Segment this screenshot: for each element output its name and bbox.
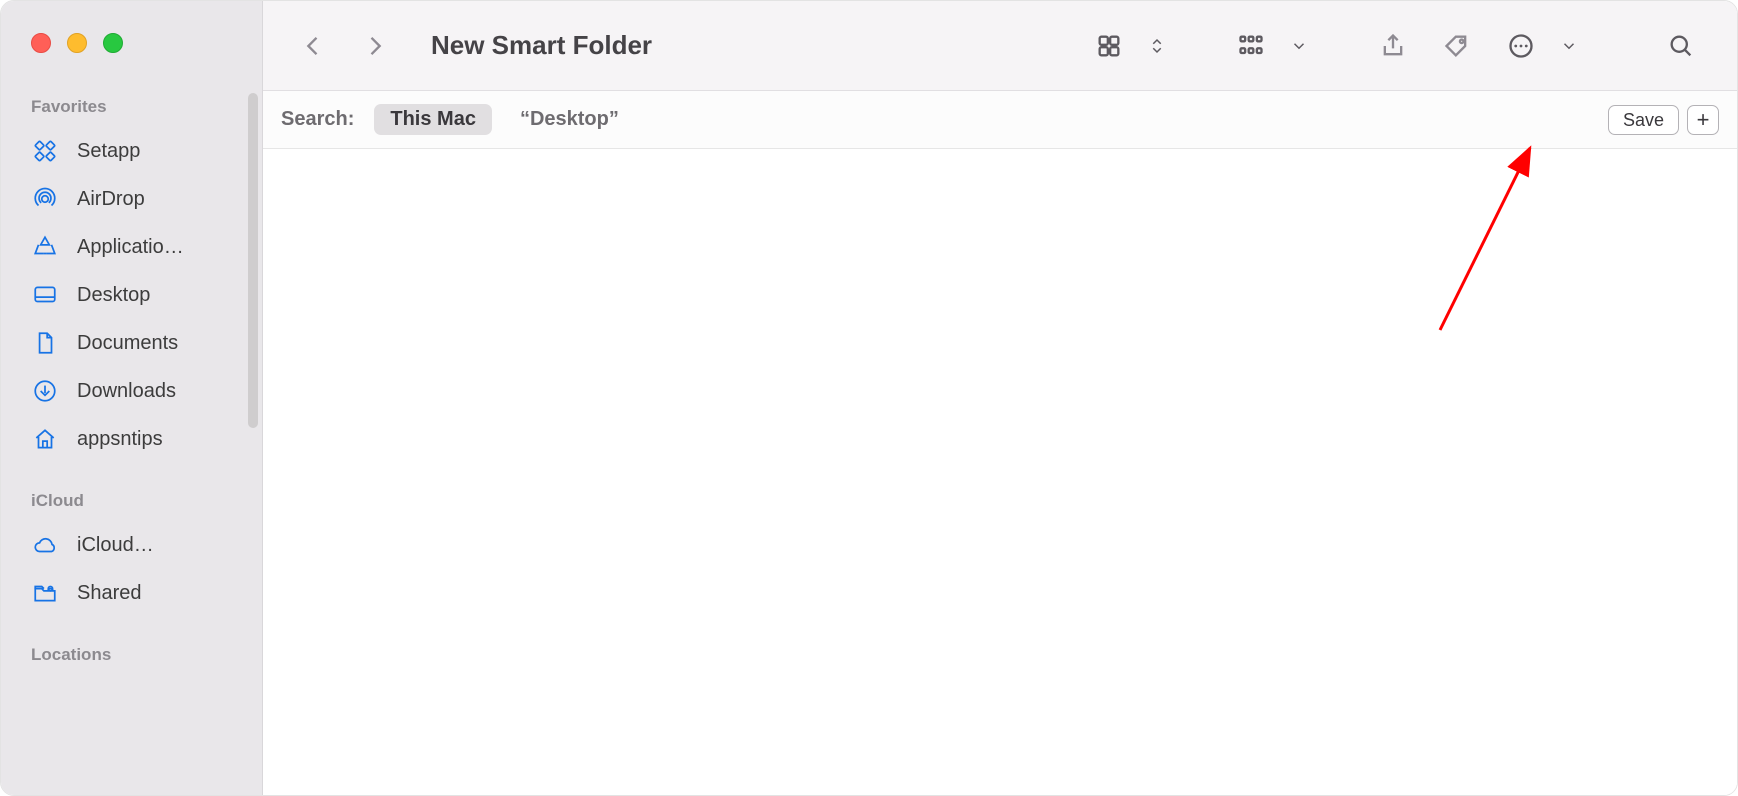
documents-icon xyxy=(31,329,59,357)
window-close-button[interactable] xyxy=(31,33,51,53)
save-button[interactable]: Save xyxy=(1608,105,1679,135)
sidebar-item-icloud-drive[interactable]: iCloud… xyxy=(1,521,262,569)
sidebar-item-setapp[interactable]: Setapp xyxy=(1,127,262,175)
window-minimize-button[interactable] xyxy=(67,33,87,53)
share-button[interactable] xyxy=(1367,24,1419,68)
sidebar-item-label: iCloud… xyxy=(77,534,154,557)
sidebar-item-home[interactable]: appsntips xyxy=(1,415,262,463)
home-icon xyxy=(31,425,59,453)
search-scope-current-folder[interactable]: “Desktop” xyxy=(512,104,627,135)
downloads-icon xyxy=(31,377,59,405)
sidebar-item-label: Downloads xyxy=(77,380,176,403)
main-area: New Smart Folder xyxy=(263,1,1737,795)
sidebar-item-applications[interactable]: Applicatio… xyxy=(1,223,262,271)
sidebar-item-airdrop[interactable]: AirDrop xyxy=(1,175,262,223)
applications-icon xyxy=(31,233,59,261)
sidebar-item-label: appsntips xyxy=(77,428,163,451)
results-area xyxy=(263,149,1737,795)
sidebar-item-label: Documents xyxy=(77,332,178,355)
sidebar-section-locations[interactable]: Locations xyxy=(1,645,262,675)
search-scope-label: Search: xyxy=(281,108,354,131)
sidebar-section-favorites[interactable]: Favorites xyxy=(1,97,262,127)
search-scope-this-mac[interactable]: This Mac xyxy=(374,104,492,135)
search-button[interactable] xyxy=(1655,24,1707,68)
traffic-lights xyxy=(1,33,262,53)
sidebar-item-label: AirDrop xyxy=(77,188,145,211)
window-title: New Smart Folder xyxy=(431,30,1083,61)
sidebar-item-label: Applicatio… xyxy=(77,236,184,259)
group-by-button[interactable] xyxy=(1225,24,1277,68)
window-zoom-button[interactable] xyxy=(103,33,123,53)
sidebar-section-icloud[interactable]: iCloud xyxy=(1,491,262,521)
search-scope-bar: Search: This Mac “Desktop” Save + xyxy=(263,91,1737,149)
sidebar-scrollbar[interactable] xyxy=(248,93,258,428)
sidebar-item-label: Desktop xyxy=(77,284,150,307)
sidebar: Favorites Setapp AirDrop Applicatio… Des… xyxy=(1,1,263,795)
setapp-icon xyxy=(31,137,59,165)
action-menu-button[interactable] xyxy=(1495,24,1547,68)
action-menu-chevron[interactable] xyxy=(1543,24,1595,68)
tags-button[interactable] xyxy=(1431,24,1483,68)
add-criteria-button[interactable]: + xyxy=(1687,105,1719,135)
sidebar-item-desktop[interactable]: Desktop xyxy=(1,271,262,319)
sidebar-item-downloads[interactable]: Downloads xyxy=(1,367,262,415)
sidebar-item-label: Setapp xyxy=(77,140,140,163)
sidebar-item-documents[interactable]: Documents xyxy=(1,319,262,367)
desktop-icon xyxy=(31,281,59,309)
cloud-icon xyxy=(31,531,59,559)
sidebar-item-label: Shared xyxy=(77,582,142,605)
view-icons-button[interactable] xyxy=(1083,24,1135,68)
nav-forward-button[interactable] xyxy=(349,24,401,68)
airdrop-icon xyxy=(31,185,59,213)
toolbar: New Smart Folder xyxy=(263,1,1737,91)
view-switch-stepper[interactable] xyxy=(1131,24,1183,68)
group-by-menu[interactable] xyxy=(1273,24,1325,68)
nav-back-button[interactable] xyxy=(287,24,339,68)
sidebar-item-shared[interactable]: Shared xyxy=(1,569,262,617)
shared-folder-icon xyxy=(31,579,59,607)
